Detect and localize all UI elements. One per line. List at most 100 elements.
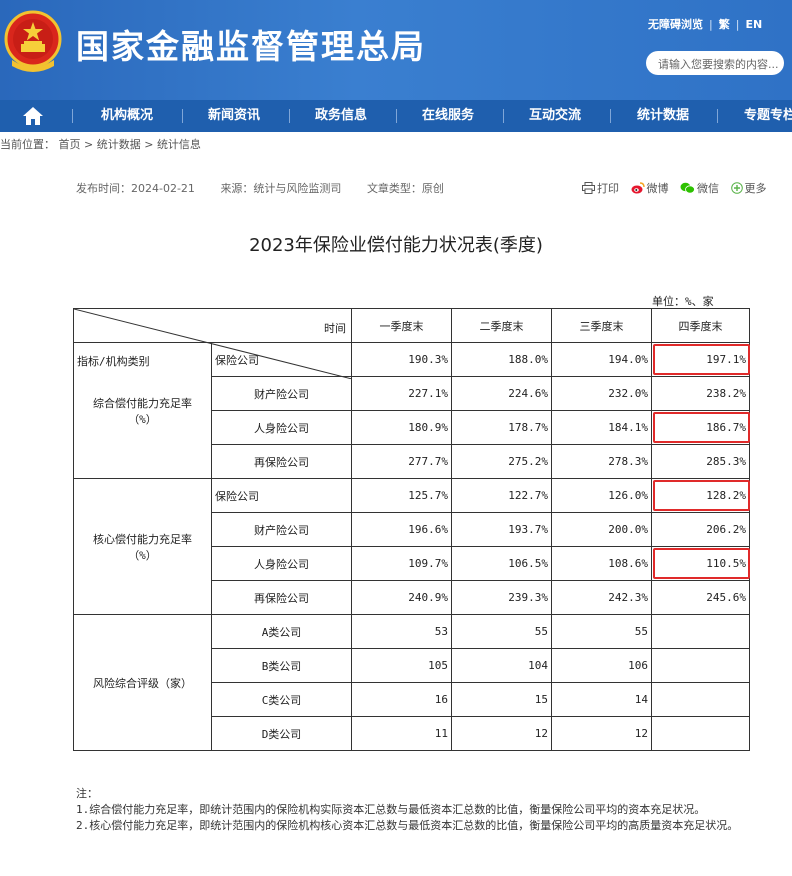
cell-value: 15 xyxy=(451,682,552,717)
cell-value: 239.3% xyxy=(451,580,552,615)
note-item: 1.综合偿付能力充足率，即统计范围内的保险机构实际资本汇总数与最低资本汇总数的比… xyxy=(76,803,706,816)
cell-value: 190.3% xyxy=(351,342,452,377)
weibo-button[interactable]: 微博 xyxy=(631,180,669,196)
nav-item-interaction[interactable]: 互动交流 xyxy=(529,100,581,132)
cell-value: 105 xyxy=(351,648,452,683)
breadcrumb-statistics[interactable]: 统计数据 xyxy=(97,138,141,151)
cell-value: 224.6% xyxy=(451,376,552,411)
cell-value: 180.9% xyxy=(351,410,452,445)
header-q4: 四季度末 xyxy=(651,308,750,343)
table-row: 风险综合评级（家） A类公司 53 55 55 xyxy=(73,614,750,751)
weibo-icon xyxy=(631,182,645,194)
header-time: 时间 xyxy=(324,322,346,335)
table-header-row: 时间 指标/机构类别 一季度末 二季度末 三季度末 四季度末 xyxy=(73,308,750,379)
row-label: 保险公司 xyxy=(211,478,352,513)
cell-value xyxy=(651,716,750,751)
header-q2: 二季度末 xyxy=(451,308,552,343)
breadcrumb-prefix: 当前位置： xyxy=(0,138,55,151)
cell-value: 238.2% xyxy=(651,376,750,411)
cell-value: 109.7% xyxy=(351,546,452,581)
row-label: 再保险公司 xyxy=(211,444,352,479)
cell-value: 184.1% xyxy=(551,410,652,445)
cell-value: 188.0% xyxy=(451,342,552,377)
row-label: 再保险公司 xyxy=(211,580,352,615)
cell-value: 278.3% xyxy=(551,444,652,479)
breadcrumb-stat-info[interactable]: 统计信息 xyxy=(157,138,201,151)
cell-value: 106 xyxy=(551,648,652,683)
cell-value: 277.7% xyxy=(351,444,452,479)
publish-date: 发布时间：2024-02-21 xyxy=(76,182,195,195)
site-title[interactable]: 国家金融监督管理总局 xyxy=(76,20,426,68)
header-q3: 三季度末 xyxy=(551,308,652,343)
cell-value xyxy=(651,682,750,717)
home-icon[interactable] xyxy=(22,106,44,126)
cell-value xyxy=(651,614,750,649)
nav-item-news[interactable]: 新闻资讯 xyxy=(208,100,260,132)
cell-value: 126.0% xyxy=(551,478,652,513)
cell-value: 12 xyxy=(551,716,652,751)
nav-item-online-service[interactable]: 在线服务 xyxy=(422,100,474,132)
article-source: 来源：统计与风险监测司 xyxy=(220,182,342,195)
cell-value: 275.2% xyxy=(451,444,552,479)
nav-item-government[interactable]: 政务信息 xyxy=(315,100,367,132)
site-header: 国家金融监督管理总局 无障碍浏览 | 繁 | EN 请输入您要搜索的内容... xyxy=(0,0,792,100)
row-label: 财产险公司 xyxy=(211,512,352,547)
nav-item-statistics[interactable]: 统计数据 xyxy=(637,100,689,132)
cell-value: 232.0% xyxy=(551,376,652,411)
row-label: 人身险公司 xyxy=(211,546,352,581)
more-button[interactable]: 更多 xyxy=(730,180,767,196)
note-item: 2.核心偿付能力充足率，即统计范围内的保险机构核心资本汇总数与最低资本汇总数的比… xyxy=(76,819,739,832)
article-type: 文章类型：原创 xyxy=(366,182,444,195)
cell-value: 125.7% xyxy=(351,478,452,513)
breadcrumb: 当前位置： 首页 > 统计数据 > 统计信息 xyxy=(0,138,201,151)
header-indicator: 指标/机构类别 xyxy=(77,355,150,368)
notes-title: 注： xyxy=(76,787,98,800)
cell-value: 11 xyxy=(351,716,452,751)
unit-label: 单位：%、家 xyxy=(652,295,714,308)
wechat-button[interactable]: 微信 xyxy=(680,180,719,196)
row-label: A类公司 xyxy=(211,614,352,649)
cell-value: 245.6% xyxy=(651,580,750,615)
search-input[interactable]: 请输入您要搜索的内容... xyxy=(646,51,784,75)
cell-value: 55 xyxy=(551,614,652,649)
cell-value: 53 xyxy=(351,614,452,649)
row-label: D类公司 xyxy=(211,716,352,751)
nav-item-about[interactable]: 机构概况 xyxy=(101,100,153,132)
traditional-chinese-link[interactable]: 繁 xyxy=(719,18,730,31)
cell-value: 200.0% xyxy=(551,512,652,547)
share-bar: 打印 微博 微信 更多 xyxy=(582,180,775,196)
national-emblem-icon xyxy=(4,10,62,72)
row-label: 人身险公司 xyxy=(211,410,352,445)
cell-value: 122.7% xyxy=(451,478,552,513)
article-title: 2023年保险业偿付能力状况表(季度) xyxy=(249,235,543,256)
cell-value: 285.3% xyxy=(651,444,750,479)
cell-value: 240.9% xyxy=(351,580,452,615)
cell-value: 196.6% xyxy=(351,512,452,547)
table-row: 核心偿付能力充足率 （%） 保险公司 125.7% 122.7% 126.0% 1… xyxy=(73,478,751,615)
english-link[interactable]: EN xyxy=(745,18,762,31)
cell-value: 242.3% xyxy=(551,580,652,615)
table-notes: 注： 1.综合偿付能力充足率，即统计范围内的保险机构实际资本汇总数与最低资本汇总… xyxy=(76,786,756,834)
cell-value: 227.1% xyxy=(351,376,452,411)
cell-value: 106.5% xyxy=(451,546,552,581)
print-button[interactable]: 打印 xyxy=(582,180,619,196)
more-icon xyxy=(730,182,743,194)
accessibility-link[interactable]: 无障碍浏览 xyxy=(648,18,703,31)
cell-value: 108.6% xyxy=(551,546,652,581)
cell-value: 178.7% xyxy=(451,410,552,445)
diagonal-header-cell: 时间 指标/机构类别 xyxy=(73,308,352,379)
cell-value: 14 xyxy=(551,682,652,717)
cell-value xyxy=(651,648,750,683)
header-q1: 一季度末 xyxy=(351,308,452,343)
group-label: 核心偿付能力充足率 （%） xyxy=(73,478,212,615)
group-label: 风险综合评级（家） xyxy=(73,614,212,751)
top-links: 无障碍浏览 | 繁 | EN xyxy=(648,18,763,31)
nav-item-special[interactable]: 专题专栏 xyxy=(744,100,792,132)
highlighted-cell: 197.1% xyxy=(651,342,751,377)
solvency-table: 时间 指标/机构类别 一季度末 二季度末 三季度末 四季度末 综合偿付能力充足率… xyxy=(73,308,751,751)
highlighted-cell: 186.7% xyxy=(651,410,751,445)
print-icon xyxy=(582,182,595,194)
breadcrumb-home[interactable]: 首页 xyxy=(59,138,81,151)
cell-value: 104 xyxy=(451,648,552,683)
cell-value: 16 xyxy=(351,682,452,717)
